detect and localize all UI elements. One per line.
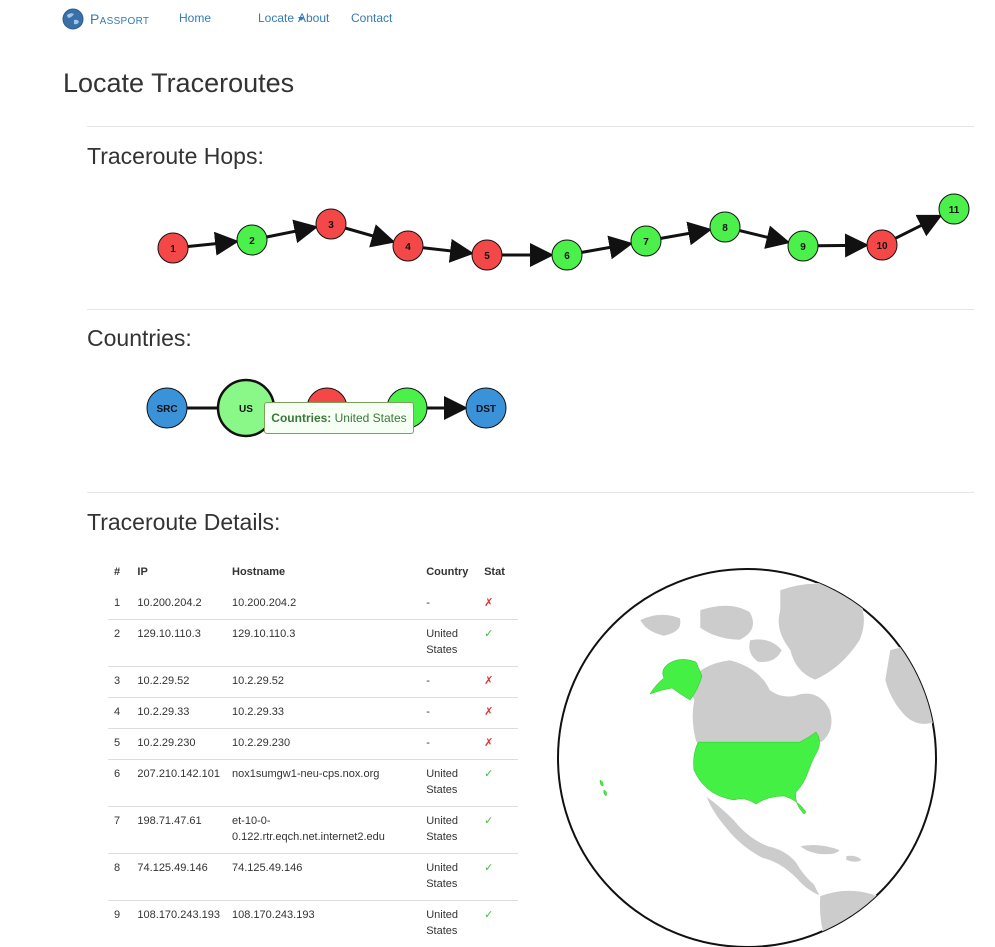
cell-ip: 129.10.110.3 [131,620,226,667]
cell-status: ✓ [478,620,518,667]
cell-ip: 10.2.29.33 [131,698,226,729]
world-globe-map [555,574,955,943]
cell-num: 6 [108,760,131,807]
cell-hostname: nox1sumgw1-neu-cps.nox.org [226,760,420,807]
cell-status: ✗ [478,589,518,620]
header-status: Stat [478,560,518,589]
cell-num: 2 [108,620,131,667]
cell-num: 3 [108,667,131,698]
table-row: 6207.210.142.101nox1sumgw1-neu-cps.nox.o… [108,760,518,807]
tooltip-key: Countries: [271,411,331,425]
cell-status: ✓ [478,854,518,901]
cell-ip: 198.71.47.61 [131,807,226,854]
cell-status: ✓ [478,760,518,807]
divider [87,492,974,493]
cell-country: United States [420,620,478,667]
table-row: 2129.10.110.3129.10.110.3United States✓ [108,620,518,667]
cell-ip: 10.2.29.52 [131,667,226,698]
cell-hostname: et-10-0-0.122.rtr.eqch.net.internet2.edu [226,807,420,854]
header-num: # [108,560,131,589]
countries-graph: SRC US DST [0,0,995,480]
cell-status: ✗ [478,698,518,729]
south-america-shape [820,890,906,943]
cell-hostname: 10.2.29.52 [226,667,420,698]
country-node-src[interactable]: SRC [147,388,187,428]
cell-ip: 108.170.243.193 [131,901,226,947]
cell-country: United States [420,807,478,854]
cell-country: - [420,698,478,729]
cell-country: - [420,589,478,620]
traceroute-details-table: # IP Hostname Country Stat 110.200.204.2… [108,560,518,947]
cell-hostname: 10.2.29.33 [226,698,420,729]
tooltip-value: United States [335,411,407,425]
table-row: 410.2.29.3310.2.29.33-✗ [108,698,518,729]
table-header-row: # IP Hostname Country Stat [108,560,518,589]
country-tooltip: Countries: United States [264,402,414,434]
table-row: 110.200.204.210.200.204.2-✗ [108,589,518,620]
cell-num: 9 [108,901,131,947]
cell-num: 4 [108,698,131,729]
cell-country: United States [420,760,478,807]
header-ip: IP [131,560,226,589]
cell-num: 8 [108,854,131,901]
cell-status: ✗ [478,729,518,760]
country-node-label: SRC [156,404,177,415]
country-node-label: US [239,404,253,415]
table-row: 874.125.49.14674.125.49.146United States… [108,854,518,901]
table-row: 9108.170.243.193108.170.243.193United St… [108,901,518,947]
header-hostname: Hostname [226,560,420,589]
cell-country: - [420,667,478,698]
cell-status: ✓ [478,901,518,947]
country-node-label: DST [476,404,496,415]
cell-num: 1 [108,589,131,620]
header-country: Country [420,560,478,589]
cell-country: United States [420,901,478,947]
cell-ip: 74.125.49.146 [131,854,226,901]
table-row: 310.2.29.5210.2.29.52-✗ [108,667,518,698]
cell-ip: 207.210.142.101 [131,760,226,807]
cell-ip: 10.2.29.230 [131,729,226,760]
cell-country: - [420,729,478,760]
table-row: 7198.71.47.61et-10-0-0.122.rtr.eqch.net.… [108,807,518,854]
cell-status: ✓ [478,807,518,854]
cell-hostname: 108.170.243.193 [226,901,420,947]
cell-num: 7 [108,807,131,854]
country-node-dst[interactable]: DST [466,388,506,428]
cell-hostname: 10.200.204.2 [226,589,420,620]
cell-hostname: 10.2.29.230 [226,729,420,760]
cell-country: United States [420,854,478,901]
cell-hostname: 129.10.110.3 [226,620,420,667]
cell-num: 5 [108,729,131,760]
cell-ip: 10.200.204.2 [131,589,226,620]
table-row: 510.2.29.23010.2.29.230-✗ [108,729,518,760]
cell-hostname: 74.125.49.146 [226,854,420,901]
cell-status: ✗ [478,667,518,698]
details-section-title: Traceroute Details: [87,509,280,536]
